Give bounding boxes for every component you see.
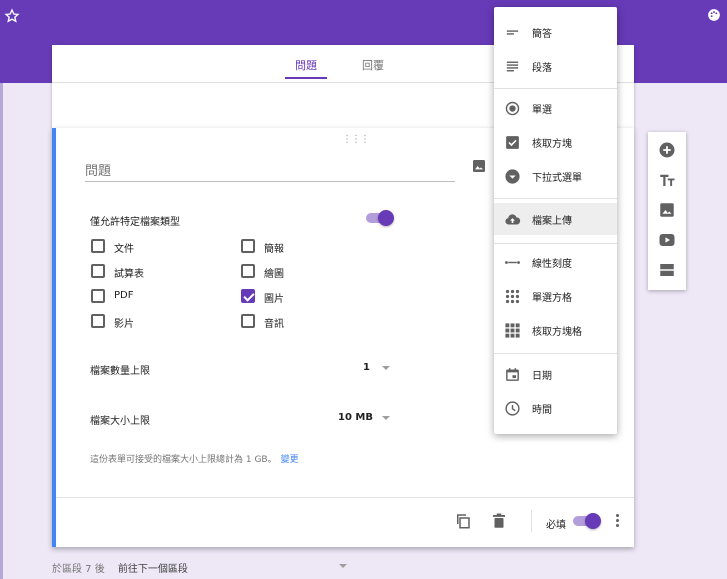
add-image-icon[interactable] — [658, 201, 676, 219]
footer-separator — [531, 510, 532, 532]
menu-item-time[interactable]: 時間 — [494, 392, 617, 424]
menu-item-label: 核取方塊格 — [532, 327, 582, 338]
menu-item-label: 線性刻度 — [532, 259, 572, 270]
short-answer-icon — [506, 30, 519, 35]
add-video-icon[interactable] — [658, 231, 676, 249]
footer-divider — [56, 497, 634, 498]
cloud-upload-icon — [505, 214, 521, 225]
section-action-select[interactable]: 前往下一個區段 — [118, 564, 188, 575]
question-type-menu: 簡答 段落 單選 核取方塊 下拉式選單 檔案上傳 線性刻度 單選方格 核取方塊格… — [494, 7, 617, 434]
clock-icon — [505, 401, 520, 416]
menu-item-file-upload[interactable]: 檔案上傳 — [494, 203, 617, 235]
checkbox-slides[interactable] — [241, 239, 255, 253]
dropdown-icon — [505, 169, 520, 184]
max-files-label: 檔案數量上限 — [90, 366, 150, 377]
tab-responses[interactable]: 回覆 — [352, 57, 394, 79]
linear-scale-icon — [505, 261, 520, 264]
checkbox-audio[interactable] — [241, 314, 255, 328]
question-title-input[interactable] — [85, 162, 455, 182]
left-edge — [0, 83, 3, 579]
checkbox-audio-label: 音訊 — [264, 319, 284, 330]
checkbox-drawings[interactable] — [241, 264, 255, 278]
menu-item-label: 檔案上傳 — [532, 216, 572, 227]
checkbox-sheets[interactable] — [91, 264, 105, 278]
radio-button-icon — [505, 101, 520, 116]
star-outline-icon[interactable] — [4, 8, 20, 24]
paragraph-icon — [506, 61, 519, 72]
menu-item-short-answer[interactable]: 簡答 — [494, 16, 617, 48]
checkbox-pdf[interactable] — [91, 289, 105, 303]
change-link[interactable]: 變更 — [281, 455, 299, 465]
size-note: 這份表單可接受的檔案大小上限總計為 1 GB。 變更 — [90, 452, 299, 465]
checkbox-images-label: 圖片 — [264, 294, 284, 305]
menu-divider — [494, 353, 617, 354]
menu-item-dropdown[interactable]: 下拉式選單 — [494, 160, 617, 192]
menu-item-checkboxes[interactable]: 核取方塊 — [494, 126, 617, 158]
image-icon[interactable] — [471, 158, 487, 174]
menu-item-label: 單選 — [532, 105, 552, 116]
checkbox-docs[interactable] — [91, 239, 105, 253]
menu-item-linear-scale[interactable]: 線性刻度 — [494, 246, 617, 278]
checkbox-images[interactable] — [241, 289, 255, 303]
more-options-icon[interactable] — [616, 514, 620, 528]
max-files-value[interactable]: 1 — [363, 362, 370, 373]
allow-specific-types-toggle[interactable] — [364, 210, 394, 226]
palette-icon[interactable] — [707, 8, 721, 22]
menu-item-paragraph[interactable]: 段落 — [494, 50, 617, 82]
grid-squares-icon — [505, 323, 520, 338]
add-title-icon[interactable] — [658, 171, 676, 189]
menu-divider — [494, 88, 617, 89]
required-toggle[interactable] — [571, 513, 601, 529]
menu-divider — [494, 243, 617, 244]
checkbox-slides-label: 簡報 — [264, 244, 284, 255]
grid-dots-icon — [505, 289, 520, 304]
checkbox-drawings-label: 繪圖 — [264, 269, 284, 280]
checkbox-video-label: 影片 — [114, 319, 134, 330]
menu-item-label: 單選方格 — [532, 293, 572, 304]
size-note-text: 這份表單可接受的檔案大小上限總計為 1 GB。 — [90, 455, 277, 465]
menu-item-label: 核取方塊 — [532, 139, 572, 150]
checkbox-icon — [506, 136, 519, 149]
allow-specific-types-label: 僅允許特定檔案類型 — [90, 217, 180, 228]
menu-item-label: 日期 — [532, 371, 552, 382]
calendar-icon — [506, 368, 519, 381]
required-label: 必填 — [546, 520, 566, 531]
menu-item-label: 簡答 — [532, 29, 552, 40]
max-files-dropdown-icon[interactable] — [382, 366, 390, 370]
duplicate-icon[interactable] — [454, 512, 472, 530]
checkbox-pdf-label: PDF — [114, 290, 134, 301]
checkbox-docs-label: 文件 — [114, 244, 134, 255]
menu-item-checkbox-grid[interactable]: 核取方塊格 — [494, 314, 617, 346]
add-section-icon[interactable] — [658, 261, 676, 279]
section-navigation: 於區段 7 後 前往下一個區段 — [52, 560, 188, 575]
menu-item-label: 段落 — [532, 63, 552, 74]
drag-handle-icon[interactable]: ⋮⋮⋮ — [342, 134, 370, 145]
section-after-label: 於區段 7 後 — [52, 564, 105, 575]
tab-questions[interactable]: 問題 — [285, 57, 327, 79]
checkbox-sheets-label: 試算表 — [114, 269, 144, 280]
add-question-icon[interactable] — [658, 141, 676, 159]
max-size-value[interactable]: 10 MB — [338, 412, 373, 423]
menu-item-date[interactable]: 日期 — [494, 358, 617, 390]
checkbox-video[interactable] — [91, 314, 105, 328]
menu-item-multiple-choice[interactable]: 單選 — [494, 92, 617, 124]
menu-item-multiple-choice-grid[interactable]: 單選方格 — [494, 280, 617, 312]
add-item-sidebar — [648, 132, 686, 290]
menu-divider — [494, 198, 617, 199]
section-dropdown-icon[interactable] — [339, 564, 347, 568]
menu-item-label: 下拉式選單 — [532, 173, 582, 184]
max-size-label: 檔案大小上限 — [90, 416, 150, 427]
menu-item-label: 時間 — [532, 405, 552, 416]
delete-icon[interactable] — [490, 512, 508, 530]
max-size-dropdown-icon[interactable] — [382, 416, 390, 420]
